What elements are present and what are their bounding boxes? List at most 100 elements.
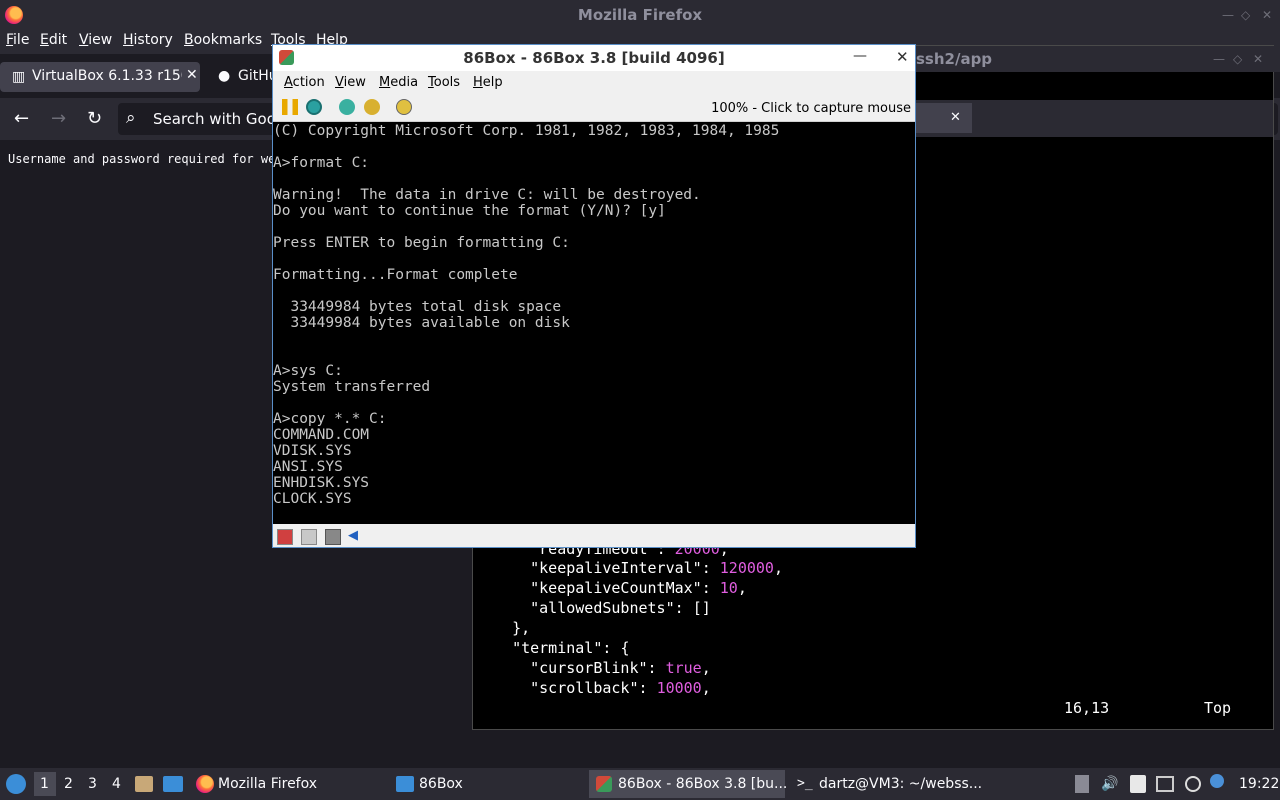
search-icon: ⌕ (126, 108, 136, 128)
tray-info-icon[interactable] (1210, 774, 1224, 788)
firefox-taskbar-icon (196, 775, 214, 793)
settings-icon[interactable] (396, 99, 412, 115)
code-line: "allowedSubnets": [] (530, 599, 711, 617)
tab-virtualbox-label: VirtualBox 6.1.33 r150 (32, 68, 182, 84)
taskbar-86box-window[interactable]: 86Box - 86Box 3.8 [bu... (618, 776, 787, 792)
workspace-2[interactable]: 2 (64, 776, 73, 792)
dos-line (273, 219, 779, 235)
terminal-minimize-icon[interactable]: — (1213, 52, 1225, 66)
dos-line (273, 347, 779, 363)
code-line: "keepaliveInterval": 120000, (530, 559, 783, 577)
dos-output: (C) Copyright Microsoft Corp. 1981, 1982… (273, 123, 779, 507)
dos-line: A>copy *.* C: (273, 411, 387, 427)
86box-capture-status: 100% - Click to capture mouse (711, 101, 911, 116)
folder-icon (396, 776, 414, 792)
hdd-icon[interactable] (277, 529, 293, 545)
86box-minimize-icon[interactable]: — (853, 48, 867, 64)
pause-icon[interactable] (282, 99, 298, 115)
dos-line: ANSI.SYS (273, 459, 343, 475)
reload-icon[interactable]: ↻ (87, 108, 102, 129)
tray-clipboard-icon[interactable] (1075, 775, 1089, 793)
dos-line: System transferred (273, 379, 431, 395)
sound-icon[interactable]: ◀ (348, 529, 362, 543)
minimize-icon[interactable]: — (1222, 8, 1234, 22)
dos-line (273, 331, 779, 347)
dos-line: Do you want to continue the format (Y/N)… (273, 203, 666, 219)
ctrl-alt-del-icon[interactable] (339, 99, 355, 115)
dos-line: Formatting...Format complete (273, 267, 518, 283)
tray-volume-icon[interactable]: 🔊 (1101, 776, 1118, 792)
86box-menu-help[interactable]: Help (473, 75, 503, 90)
maximize-icon[interactable]: ◇ (1241, 8, 1250, 22)
ctrl-alt-esc-icon[interactable] (364, 99, 380, 115)
code-line: "scrollback": 10000, (530, 679, 711, 697)
86box-menu-tools[interactable]: Tools (428, 75, 460, 90)
auth-message: Username and password required for we (8, 152, 276, 166)
dos-line: (C) Copyright Microsoft Corp. 1981, 1982… (273, 123, 780, 139)
terminal-taskbar-icon: >_ (797, 776, 813, 791)
menu-bookmarks[interactable]: Bookmarks (184, 32, 262, 48)
dos-line (273, 171, 779, 187)
workspace-1[interactable]: 1 (40, 776, 49, 792)
virtualbox-favicon-icon: ▥ (12, 69, 26, 85)
tray-network-icon[interactable] (1156, 776, 1174, 792)
tray-notes-icon[interactable] (1130, 775, 1146, 793)
start-menu-icon[interactable] (6, 774, 26, 794)
reset-icon[interactable] (306, 99, 322, 115)
86box-menu-media[interactable]: Media (379, 75, 418, 90)
tab-close-icon[interactable]: ✕ (186, 67, 198, 83)
menu-edit[interactable]: Edit (40, 32, 67, 48)
close-icon[interactable]: ✕ (1262, 8, 1272, 22)
terminal-maximize-icon[interactable]: ◇ (1233, 52, 1242, 66)
dos-line: A>format C: (273, 155, 370, 171)
dos-line (273, 395, 779, 411)
dos-line (273, 139, 779, 155)
terminal-tab[interactable] (916, 103, 972, 133)
dos-line: Press ENTER to begin formatting C: (273, 235, 570, 251)
taskbar-clock: 19:22 (1239, 776, 1280, 792)
dos-line (273, 251, 779, 267)
taskbar-firefox[interactable]: Mozilla Firefox (218, 776, 317, 792)
code-line: }, (512, 619, 531, 637)
scroll-position: Top (1204, 699, 1232, 717)
86box-menu-action[interactable]: Action (284, 75, 325, 90)
terminal-tab-close-icon[interactable]: ✕ (950, 110, 961, 125)
code-line: "keepaliveCountMax": 10, (530, 579, 747, 597)
terminal-close-icon[interactable]: ✕ (1253, 52, 1263, 66)
dos-line: Warning! The data in drive C: will be de… (273, 187, 701, 203)
floppy-icon[interactable] (301, 529, 317, 545)
code-line: "cursorBlink": true, (530, 659, 711, 677)
86box-statusbar (273, 525, 915, 547)
menu-view[interactable]: View (79, 32, 112, 48)
file-manager-icon[interactable] (135, 776, 153, 792)
dos-line: ENHDISK.SYS (273, 475, 370, 491)
back-arrow-icon[interactable]: ← (14, 108, 29, 129)
taskbar-terminal[interactable]: dartz@VM3: ~/webss... (819, 776, 982, 792)
86box-window-title: 86Box - 86Box 3.8 [build 4096] (463, 49, 725, 67)
86box-menu-view[interactable]: View (335, 75, 366, 90)
desktop-icon[interactable] (163, 776, 183, 792)
workspace-3[interactable]: 3 (88, 776, 97, 792)
menu-history[interactable]: History (123, 32, 173, 48)
menu-file[interactable]: File (6, 32, 29, 48)
firefox-window-title: Mozilla Firefox (577, 6, 703, 24)
terminal-title: ssh2/app (916, 50, 993, 68)
taskbar-86box-folder[interactable]: 86Box (419, 776, 463, 792)
workspace-4[interactable]: 4 (112, 776, 121, 792)
cdrom-icon[interactable] (325, 529, 341, 545)
dos-line: VDISK.SYS (273, 443, 352, 459)
forward-arrow-icon[interactable]: → (51, 108, 66, 129)
tray-update-icon[interactable] (1185, 776, 1201, 792)
dos-line: COMMAND.COM (273, 427, 370, 443)
86box-taskbar-icon (596, 776, 612, 792)
cursor-position: 16,13 (1064, 699, 1110, 717)
github-favicon-icon: ● (218, 68, 231, 84)
dos-line: 33449984 bytes total disk space (273, 299, 562, 315)
url-placeholder: Search with Goog (153, 110, 286, 128)
dos-line: CLOCK.SYS (273, 491, 352, 507)
dos-line: 33449984 bytes available on disk (273, 315, 570, 331)
dos-line: A>sys C: (273, 363, 343, 379)
86box-close-icon[interactable]: ✕ (896, 48, 909, 66)
dos-line (273, 283, 779, 299)
code-line: "terminal": { (512, 639, 630, 657)
